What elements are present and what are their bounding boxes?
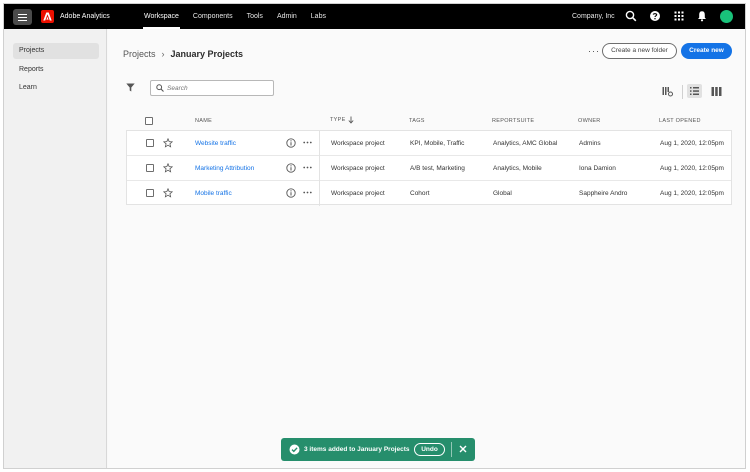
star-icon[interactable] xyxy=(163,188,173,198)
app-window: Adobe Analytics Workspace Components Too… xyxy=(3,3,746,469)
column-view-icon[interactable] xyxy=(711,86,722,97)
search-input[interactable] xyxy=(167,83,267,93)
company-switcher[interactable]: Company, Inc xyxy=(572,13,615,20)
table-row[interactable]: Marketing Attribution Workspace project … xyxy=(127,156,731,181)
column-divider xyxy=(319,156,320,181)
adobe-logo-icon xyxy=(41,10,54,23)
column-settings-icon[interactable] xyxy=(662,86,673,97)
search-icon[interactable] xyxy=(625,10,637,22)
project-last-opened: Aug 1, 2020, 12:05pm xyxy=(660,190,724,197)
sidebar-item-learn[interactable]: Learn xyxy=(13,80,99,96)
projects-table: Website traffic Workspace project KPI, M… xyxy=(126,130,732,206)
more-icon[interactable] xyxy=(303,166,312,169)
breadcrumb-separator: › xyxy=(161,49,165,59)
project-name[interactable]: Website traffic xyxy=(195,140,236,147)
sidebar: Projects Reports Learn xyxy=(4,29,107,468)
column-owner[interactable]: OWNER xyxy=(578,118,601,124)
row-checkbox[interactable] xyxy=(146,164,154,172)
more-icon[interactable] xyxy=(303,141,312,144)
more-icon[interactable] xyxy=(303,191,312,194)
create-new-button[interactable]: Create new xyxy=(681,43,732,59)
help-icon[interactable] xyxy=(649,10,661,22)
info-icon[interactable] xyxy=(286,188,296,198)
project-tags: Cohort xyxy=(410,190,430,197)
undo-button[interactable]: Undo xyxy=(414,443,445,456)
project-type: Workspace project xyxy=(331,140,385,147)
bell-icon[interactable] xyxy=(696,10,708,22)
more-actions-button[interactable]: ··· xyxy=(588,46,600,56)
star-icon[interactable] xyxy=(163,138,173,148)
project-type: Workspace project xyxy=(331,190,385,197)
list-view-icon[interactable] xyxy=(687,84,702,98)
nav-tools[interactable]: Tools xyxy=(240,4,270,29)
top-bar: Adobe Analytics Workspace Components Too… xyxy=(4,4,745,29)
row-checkbox[interactable] xyxy=(146,139,154,147)
project-name[interactable]: Mobile traffic xyxy=(195,190,232,197)
project-tags: A/B test, Marketing xyxy=(410,165,465,172)
column-name[interactable]: NAME xyxy=(195,118,212,124)
table-header: NAME TYPE TAGS REPORTSUITE OWNER LAST OP… xyxy=(123,113,733,129)
project-owner: Admins xyxy=(579,140,601,147)
project-last-opened: Aug 1, 2020, 12:05pm xyxy=(660,140,724,147)
project-owner: Sappheire Andro xyxy=(579,190,628,197)
column-divider xyxy=(319,131,320,156)
star-icon[interactable] xyxy=(163,163,173,173)
app-title: Adobe Analytics xyxy=(60,13,110,20)
close-icon[interactable] xyxy=(459,445,467,453)
create-folder-button[interactable]: Create a new folder xyxy=(602,43,677,59)
row-checkbox[interactable] xyxy=(146,189,154,197)
avatar[interactable] xyxy=(720,10,733,23)
column-type[interactable]: TYPE xyxy=(330,117,346,123)
project-name[interactable]: Marketing Attribution xyxy=(195,165,254,172)
table-row[interactable]: Mobile traffic Workspace project Cohort … xyxy=(127,181,731,206)
project-tags: KPI, Mobile, Traffic xyxy=(410,140,465,147)
sort-down-icon xyxy=(348,116,354,124)
toast-message: 3 items added to January Projects xyxy=(304,446,410,453)
toast-notification: 3 items added to January Projects Undo xyxy=(281,438,475,461)
sidebar-item-reports[interactable]: Reports xyxy=(13,62,99,78)
apps-grid-icon[interactable] xyxy=(673,10,685,22)
sidebar-item-projects[interactable]: Projects xyxy=(13,43,99,59)
project-last-opened: Aug 1, 2020, 12:05pm xyxy=(660,165,724,172)
project-type: Workspace project xyxy=(331,165,385,172)
search-field[interactable] xyxy=(150,80,274,96)
column-divider xyxy=(319,181,320,206)
toast-divider xyxy=(451,442,452,457)
select-all-checkbox[interactable] xyxy=(145,117,153,125)
filter-icon[interactable] xyxy=(126,83,135,92)
checkmark-circle-icon xyxy=(289,444,300,455)
breadcrumb-parent[interactable]: Projects xyxy=(123,49,156,59)
top-nav: Workspace Components Tools Admin Labs xyxy=(137,4,333,29)
breadcrumb: Projects › January Projects xyxy=(123,49,243,59)
column-tags[interactable]: TAGS xyxy=(409,118,425,124)
nav-components[interactable]: Components xyxy=(186,4,240,29)
info-icon[interactable] xyxy=(286,138,296,148)
column-reportsuite[interactable]: REPORTSUITE xyxy=(492,118,534,124)
column-last-opened[interactable]: LAST OPENED xyxy=(659,118,701,124)
nav-admin[interactable]: Admin xyxy=(270,4,304,29)
page-title: January Projects xyxy=(170,49,244,59)
table-row[interactable]: Website traffic Workspace project KPI, M… xyxy=(127,131,731,156)
info-icon[interactable] xyxy=(286,163,296,173)
project-reportsuite: Analytics, Mobile xyxy=(493,165,542,172)
main-content: Projects › January Projects ··· Create a… xyxy=(108,29,745,468)
search-icon xyxy=(156,84,164,92)
nav-workspace[interactable]: Workspace xyxy=(137,4,186,29)
nav-labs[interactable]: Labs xyxy=(304,4,333,29)
view-divider xyxy=(682,85,683,99)
project-reportsuite: Global xyxy=(493,190,512,197)
project-owner: Iona Damion xyxy=(579,165,616,172)
project-reportsuite: Analytics, AMC Global xyxy=(493,140,558,147)
menu-icon[interactable] xyxy=(13,9,32,25)
